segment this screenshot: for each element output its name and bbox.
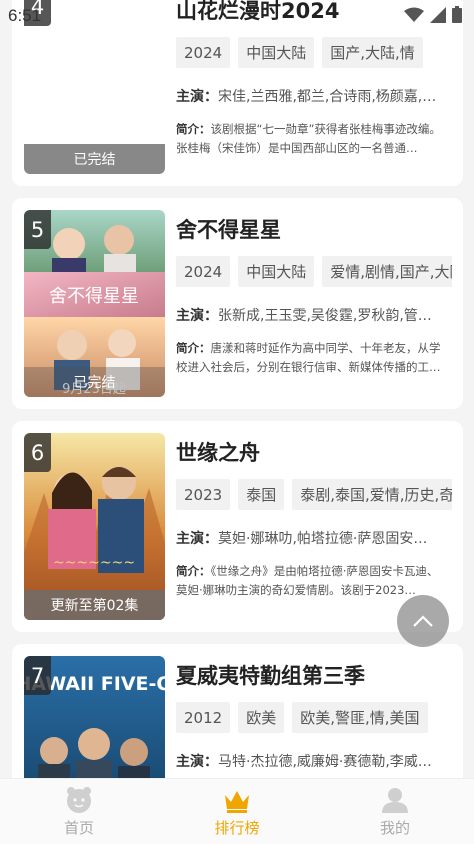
item-title[interactable]: 舍不得星星 <box>176 216 452 244</box>
item-title[interactable]: 山花烂漫时2024 <box>176 0 452 25</box>
tab-home[interactable]: 首页 <box>0 779 158 844</box>
home-face-icon <box>67 787 91 813</box>
cast-label: 主演： <box>176 308 218 324</box>
tag-region: 中国大陆 <box>238 256 315 287</box>
intro-body: 《世缘之舟》是由帕塔拉德·萨恩固安卡瓦迪、莫妲·娜琳叻主演的奇幻爱情剧。该剧于2… <box>176 564 439 597</box>
tag-row: 2012 欧美 欧美,警匪,情,美国 <box>176 702 452 733</box>
cast-names: 张新成,王玉雯,吴俊霆,罗秋韵,管… <box>218 308 432 324</box>
item-title[interactable]: 世缘之舟 <box>176 439 452 467</box>
svg-text:舍不得星星: 舍不得星星 <box>49 286 139 307</box>
cast-label: 主演： <box>176 754 218 770</box>
update-status: 更新至第02集 <box>24 590 165 620</box>
intro-label: 简介： <box>176 122 211 136</box>
poster-image[interactable]: 舍不得星星 9月23日起 5 已完结 <box>24 210 165 397</box>
tag-row: 2024 中国大陆 国产,大陆,情 <box>176 37 452 68</box>
tab-ranking[interactable]: 排行榜 <box>158 779 316 844</box>
cast-names: 宋佳,兰西雅,都兰,合诗雨,杨颜嘉,… <box>218 89 437 105</box>
tag-genre: 国产,大陆,情 <box>322 37 423 68</box>
tag-genre: 欧美,警匪,情,美国 <box>292 702 428 733</box>
cast-label: 主演： <box>176 89 218 105</box>
cast-label: 主演： <box>176 531 218 547</box>
intro-body: 唐漾和蒋时延作为高中同学、十年老友，从学校进入社会后，分别在银行信审、新媒体传播… <box>176 341 441 374</box>
tag-region: 泰国 <box>238 479 285 510</box>
tag-row: 2023 泰国 泰剧,泰国,爱情,历史,奇 <box>176 479 452 510</box>
item-info: 夏威夷特勤组第三季 2012 欧美 欧美,警匪,情,美国 主演：马特·杰拉德,威… <box>176 662 452 771</box>
tag-year: 2023 <box>176 479 231 510</box>
item-info: 舍不得星星 2024 中国大陆 爱情,剧情,国产,大陆 主演：张新成,王玉雯,吴… <box>176 216 452 377</box>
cast-names: 莫妲·娜琳叻,帕塔拉德·萨恩固安… <box>218 531 428 547</box>
update-status: 已完结 <box>24 144 165 174</box>
tag-region: 中国大陆 <box>238 37 315 68</box>
intro-text: 简介：该剧根据“七一勋章”获得者张桂梅事迹改编。张桂梅（宋佳饰）是中国西部山区的… <box>176 120 448 158</box>
intro-label: 简介： <box>176 341 211 355</box>
list-item[interactable]: 舍不得星星 9月23日起 5 已完结 舍不得星星 2024 中国大陆 爱情,剧情… <box>12 198 463 409</box>
update-status: 已完结 <box>24 367 165 397</box>
rank-badge: 5 <box>24 210 51 249</box>
svg-text:~~~~~~~: ~~~~~~~ <box>53 555 135 571</box>
ranking-list[interactable]: 4 已完结 山花烂漫时2024 2024 中国大陆 国产,大陆,情 主演：宋佳,… <box>0 0 474 778</box>
intro-text: 简介：唐漾和蒋时延作为高中同学、十年老友，从学校进入社会后，分别在银行信审、新媒… <box>176 339 448 377</box>
list-item[interactable]: ~~~~~~~ 6 更新至第02集 世缘之舟 2023 泰国 泰剧,泰国,爱情,… <box>12 421 463 632</box>
poster-image[interactable]: HAWAII FIVE-O 7 <box>24 656 165 778</box>
cast-line: 主演：莫妲·娜琳叻,帕塔拉德·萨恩固安… <box>176 528 446 548</box>
tag-region: 欧美 <box>238 702 285 733</box>
cast-line: 主演：张新成,王玉雯,吴俊霆,罗秋韵,管… <box>176 305 446 325</box>
tab-mine[interactable]: 我的 <box>316 779 474 844</box>
list-item[interactable]: HAWAII FIVE-O 7 夏威夷特勤组第三季 2012 欧美 欧美,警匪,… <box>12 644 463 778</box>
bottom-tab-bar: 首页 排行榜 我的 <box>0 778 474 844</box>
intro-label: 简介： <box>176 564 211 578</box>
tag-genre: 爱情,剧情,国产,大陆 <box>322 256 452 287</box>
item-info: 世缘之舟 2023 泰国 泰剧,泰国,爱情,历史,奇 主演：莫妲·娜琳叻,帕塔拉… <box>176 439 452 600</box>
poster-image[interactable]: ~~~~~~~ 6 更新至第02集 <box>24 433 165 620</box>
tag-genre: 泰剧,泰国,爱情,历史,奇 <box>292 479 452 510</box>
intro-text: 简介：《世缘之舟》是由帕塔拉德·萨恩固安卡瓦迪、莫妲·娜琳叻主演的奇幻爱情剧。该… <box>176 562 448 600</box>
tab-ranking-label: 排行榜 <box>214 819 260 837</box>
poster-image[interactable]: 4 已完结 <box>24 0 165 174</box>
tag-year: 2012 <box>176 702 231 733</box>
item-title[interactable]: 夏威夷特勤组第三季 <box>176 662 452 690</box>
cast-names: 马特·杰拉德,威廉姆·赛德勒,李威… <box>218 754 432 770</box>
crown-icon <box>225 791 249 813</box>
tab-mine-label: 我的 <box>379 819 410 837</box>
tab-home-label: 首页 <box>63 819 94 837</box>
cast-line: 主演：马特·杰拉德,威廉姆·赛德勒,李威… <box>176 751 446 771</box>
chevron-up-icon <box>413 615 433 627</box>
scroll-to-top-button[interactable] <box>397 595 449 647</box>
person-icon <box>382 788 408 813</box>
rank-badge: 6 <box>24 433 51 472</box>
cast-line: 主演：宋佳,兰西雅,都兰,合诗雨,杨颜嘉,… <box>176 86 446 106</box>
tag-year: 2024 <box>176 37 231 68</box>
tag-year: 2024 <box>176 256 231 287</box>
item-info: 山花烂漫时2024 2024 中国大陆 国产,大陆,情 主演：宋佳,兰西雅,都兰… <box>176 0 452 158</box>
rank-badge: 7 <box>24 656 51 695</box>
rank-badge: 4 <box>24 0 51 26</box>
intro-body: 该剧根据“七一勋章”获得者张桂梅事迹改编。张桂梅（宋佳饰）是中国西部山区的一名普… <box>176 122 441 155</box>
list-item[interactable]: 4 已完结 山花烂漫时2024 2024 中国大陆 国产,大陆,情 主演：宋佳,… <box>12 0 463 186</box>
tag-row: 2024 中国大陆 爱情,剧情,国产,大陆 <box>176 256 452 287</box>
